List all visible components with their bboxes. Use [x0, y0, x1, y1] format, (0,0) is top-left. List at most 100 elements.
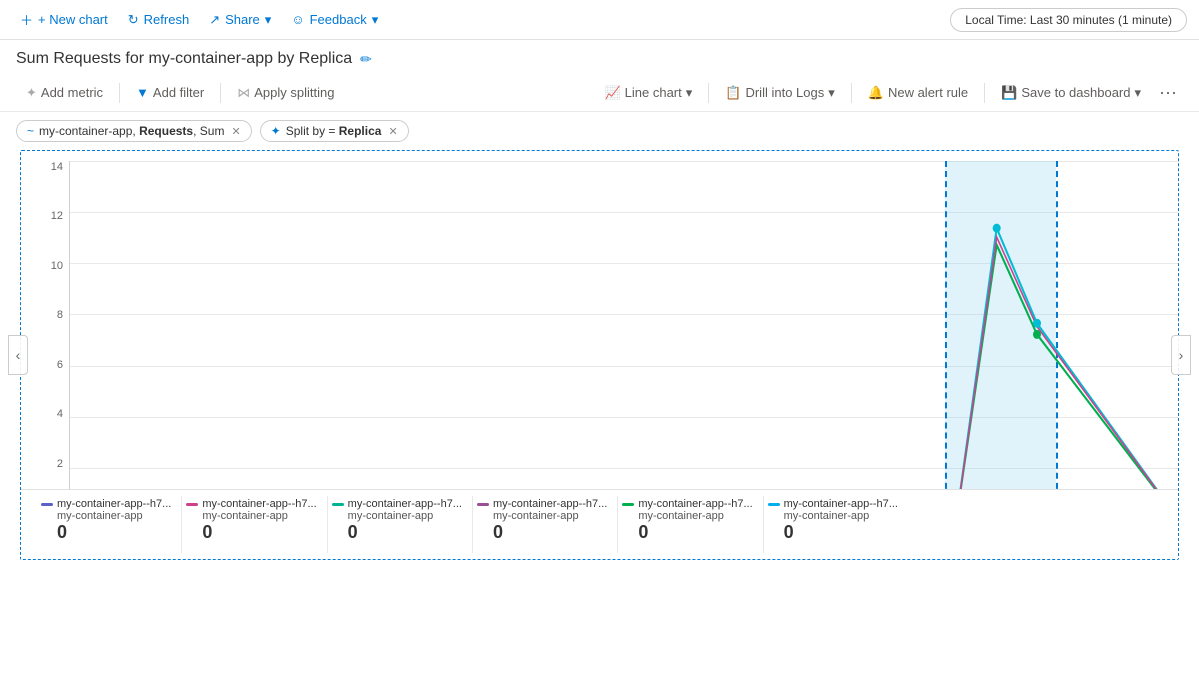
chevron-down-icon: ▾ [828, 85, 835, 101]
new-chart-button[interactable]: ＋ + New chart [12, 6, 116, 33]
more-options-button[interactable]: ··· [1153, 80, 1183, 105]
legend-item: my-container-app--h7... my-container-app… [328, 496, 473, 553]
separator [984, 83, 985, 103]
separator [220, 83, 221, 103]
add-metric-label: Add metric [41, 85, 103, 100]
line-green [70, 245, 1178, 519]
apply-splitting-button[interactable]: ⋈ Apply splitting [227, 81, 344, 105]
top-bar: ＋ + New chart ↻ Refresh ↗ Share ▾ ☺ Feed… [0, 0, 1199, 40]
legend-name: my-container-app--h7... [348, 498, 462, 510]
add-filter-label: Add filter [153, 85, 204, 100]
share-button[interactable]: ↗ Share ▾ [201, 8, 279, 32]
wave-icon: ~ [27, 124, 34, 138]
chip-close-icon[interactable]: ✕ [388, 125, 397, 138]
dot [993, 224, 1001, 233]
alert-icon: 🔔 [868, 85, 884, 101]
add-filter-button[interactable]: ▼ Add filter [126, 81, 214, 104]
line-chart-button[interactable]: 📈 Line chart ▾ [594, 81, 702, 105]
logs-icon: 📋 [725, 85, 741, 101]
time-range-button[interactable]: Local Time: Last 30 minutes (1 minute) [950, 8, 1187, 32]
metric-bar: ✦ Add metric ▼ Add filter ⋈ Apply splitt… [0, 74, 1199, 112]
feedback-icon: ☺ [291, 12, 304, 27]
nav-right-button[interactable]: › [1171, 335, 1191, 375]
legend-name: my-container-app--h7... [784, 498, 898, 510]
y-axis: 14 12 10 8 6 4 2 0 [21, 161, 69, 519]
separator [851, 83, 852, 103]
refresh-label: Refresh [144, 12, 190, 27]
separator [708, 83, 709, 103]
y-label: 6 [57, 359, 63, 371]
y-label: 14 [51, 161, 63, 173]
legend-item: my-container-app--h7... my-container-app… [37, 496, 182, 553]
refresh-button[interactable]: ↻ Refresh [120, 8, 197, 32]
feedback-button[interactable]: ☺ Feedback ▾ [283, 8, 386, 32]
feedback-label: Feedback [310, 12, 367, 27]
legend-value: 0 [332, 522, 462, 543]
y-label: 2 [57, 458, 63, 470]
separator [119, 83, 120, 103]
legend-sub: my-container-app [768, 510, 898, 522]
chevron-down-icon: ▾ [372, 12, 379, 28]
new-alert-rule-button[interactable]: 🔔 New alert rule [858, 81, 978, 105]
page-title: Sum Requests for my-container-app by Rep… [16, 50, 352, 68]
legend-color [41, 503, 53, 506]
drill-into-logs-button[interactable]: 📋 Drill into Logs ▾ [715, 81, 844, 105]
share-icon: ↗ [209, 12, 220, 28]
legend-value: 0 [768, 522, 898, 543]
legend-sub: my-container-app [332, 510, 462, 522]
refresh-icon: ↻ [128, 12, 139, 28]
legend-item: my-container-app--h7... my-container-app… [182, 496, 327, 553]
split-icon: ✦ [271, 124, 281, 138]
save-icon: 💾 [1001, 85, 1017, 101]
top-bar-right: Local Time: Last 30 minutes (1 minute) [950, 8, 1187, 32]
dot [1033, 330, 1041, 339]
plus-icon: ＋ [20, 10, 33, 29]
legend-name: my-container-app--h7... [57, 498, 171, 510]
new-alert-rule-label: New alert rule [888, 85, 968, 100]
legend-value: 0 [186, 522, 316, 543]
legend-name: my-container-app--h7... [493, 498, 607, 510]
save-to-dashboard-button[interactable]: 💾 Save to dashboard ▾ [991, 81, 1151, 105]
split-chip[interactable]: ✦ Split by = Replica ✕ [260, 120, 409, 142]
edit-icon[interactable]: ✏ [360, 51, 372, 68]
chip-close-icon[interactable]: ✕ [231, 125, 240, 138]
filter-icon: ▼ [136, 85, 149, 100]
drill-into-logs-label: Drill into Logs [745, 85, 824, 100]
chips-row: ~ my-container-app, Requests, Sum ✕ ✦ Sp… [0, 112, 1199, 150]
legend-color [768, 503, 780, 506]
time-range-label: Local Time: Last 30 minutes (1 minute) [965, 13, 1172, 27]
y-label: 10 [51, 260, 63, 272]
legend-value: 0 [41, 522, 171, 543]
metric-chip[interactable]: ~ my-container-app, Requests, Sum ✕ [16, 120, 252, 142]
dot [1033, 319, 1041, 328]
chart-svg [70, 161, 1178, 519]
legend-row: my-container-app--h7... my-container-app… [21, 489, 1178, 559]
save-to-dashboard-label: Save to dashboard [1021, 85, 1130, 100]
chip-label: Split by = Replica [286, 124, 382, 138]
sparkle-icon: ✦ [26, 85, 37, 101]
chevron-down-icon: ▾ [1134, 85, 1141, 101]
legend-sub: my-container-app [41, 510, 171, 522]
chevron-down-icon: ▾ [265, 12, 272, 28]
nav-left-button[interactable]: ‹ [8, 335, 28, 375]
legend-value: 0 [477, 522, 607, 543]
add-metric-button[interactable]: ✦ Add metric [16, 81, 113, 105]
legend-sub: my-container-app [622, 510, 752, 522]
split-icon: ⋈ [237, 85, 250, 101]
share-label: Share [225, 12, 260, 27]
y-label: 4 [57, 408, 63, 420]
chart-container: 14 12 10 8 6 4 2 0 [20, 150, 1179, 560]
chip-label: my-container-app, Requests, Sum [39, 124, 224, 138]
page-title-row: Sum Requests for my-container-app by Rep… [0, 40, 1199, 74]
line-chart-icon: 📈 [604, 85, 620, 101]
legend-value: 0 [622, 522, 752, 543]
top-bar-left: ＋ + New chart ↻ Refresh ↗ Share ▾ ☺ Feed… [12, 6, 950, 33]
legend-name: my-container-app--h7... [202, 498, 316, 510]
legend-color [332, 503, 344, 506]
legend-color [622, 503, 634, 506]
legend-color [186, 503, 198, 506]
legend-name: my-container-app--h7... [638, 498, 752, 510]
legend-item: my-container-app--h7... my-container-app… [473, 496, 618, 553]
legend-item: my-container-app--h7... my-container-app… [618, 496, 763, 553]
chart-plot [69, 161, 1178, 519]
